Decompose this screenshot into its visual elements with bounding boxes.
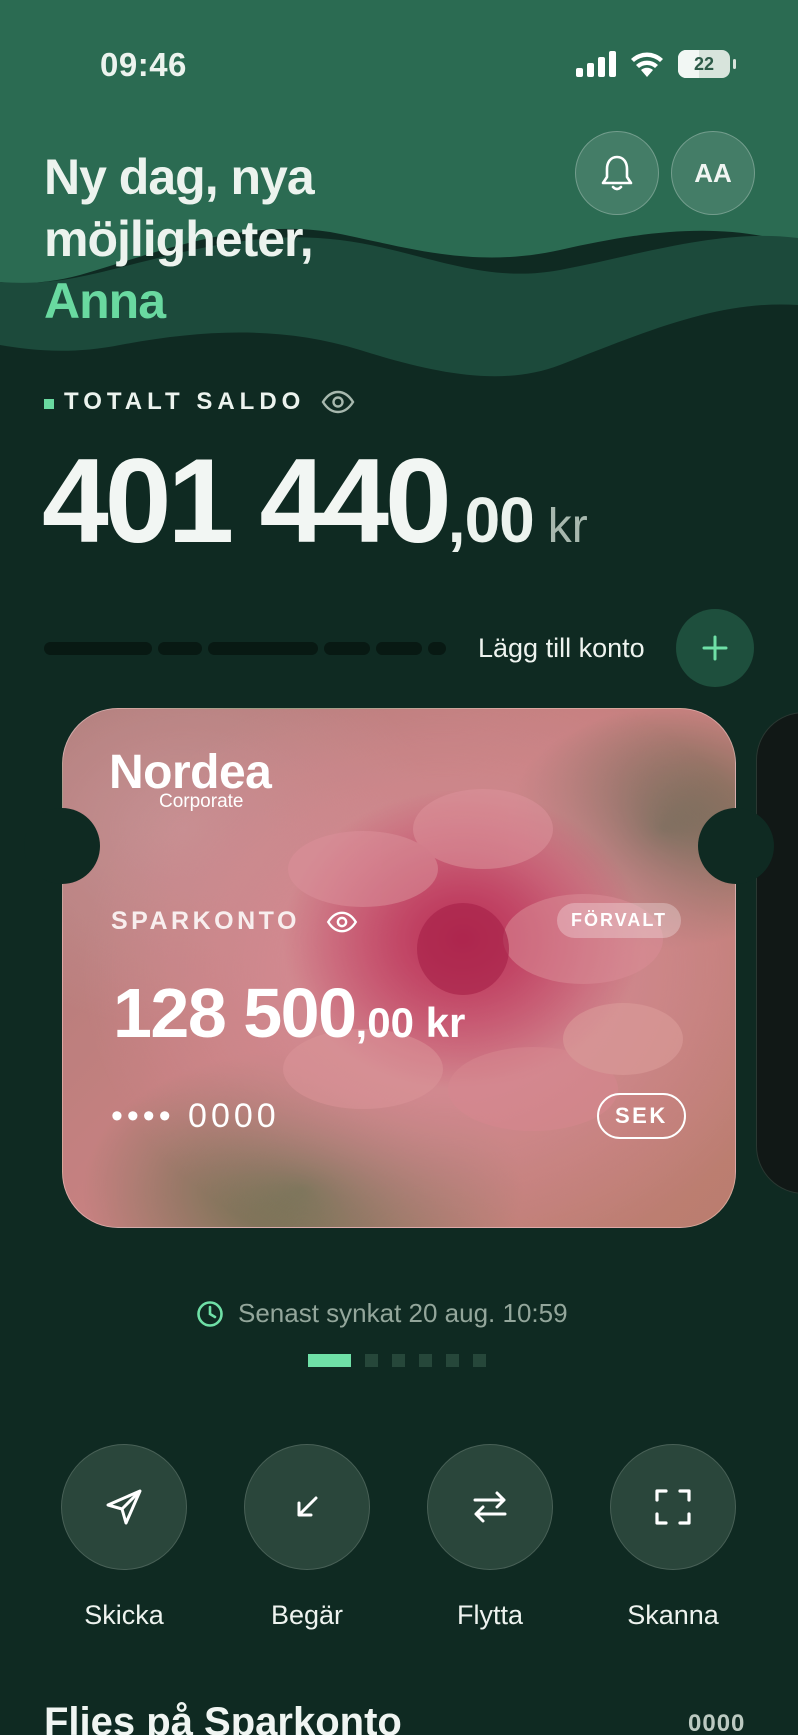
greeting: Ny dag, nya möjligheter, Anna	[44, 146, 315, 332]
notifications-button[interactable]	[575, 131, 659, 215]
scan-icon	[655, 1489, 691, 1525]
status-icons: 22	[576, 50, 736, 78]
pagination-dot-active[interactable]	[308, 1354, 351, 1367]
clock-icon	[197, 1300, 223, 1327]
add-account-button[interactable]	[676, 609, 754, 687]
total-amount-integer: 401 440	[42, 434, 452, 568]
swap-arrows-icon	[473, 1491, 507, 1523]
sync-status: Senast synkat 20 aug. 10:59	[196, 1298, 568, 1329]
scan-action[interactable]: Skanna	[609, 1444, 737, 1631]
card-notch-right	[698, 808, 774, 884]
account-type-label: SPARKONTO	[111, 907, 300, 935]
wifi-icon	[631, 52, 663, 77]
card-amount-integer: 128 500	[113, 974, 357, 1052]
send-button[interactable]	[61, 1444, 187, 1570]
card-notch-left	[24, 808, 100, 884]
currency-pill: SEK	[597, 1093, 686, 1139]
account-segments	[44, 642, 446, 655]
request-label: Begär	[270, 1600, 344, 1630]
card-balance: 128 500,00 kr	[113, 973, 465, 1053]
battery-indicator: 22	[678, 50, 736, 78]
scan-button[interactable]	[610, 1444, 736, 1570]
greeting-line-1: Ny dag, nya	[44, 149, 315, 205]
brand-subtitle: Corporate	[159, 791, 244, 812]
section-account-number: 0000	[688, 1710, 746, 1735]
battery-level: 22	[693, 53, 715, 74]
move-label: Flytta	[456, 1600, 523, 1630]
user-name: Anna	[44, 273, 166, 329]
pagination-dot[interactable]	[473, 1354, 486, 1367]
total-label-text: TOTALT SALDO	[64, 388, 306, 415]
bell-icon	[601, 155, 633, 191]
account-card[interactable]: Nordea Corporate SPARKONTO FÖRVALT 128 5…	[62, 708, 736, 1228]
move-action[interactable]: Flytta	[426, 1444, 554, 1631]
pagination-dot[interactable]	[365, 1354, 378, 1367]
total-balance-label: TOTALT SALDO	[44, 388, 355, 416]
send-action[interactable]: Skicka	[60, 1444, 188, 1631]
pagination-dot[interactable]	[419, 1354, 432, 1367]
eye-icon[interactable]	[321, 390, 355, 414]
total-currency: kr	[547, 500, 588, 553]
status-time: 09:46	[100, 46, 187, 83]
eye-icon[interactable]	[326, 911, 358, 933]
pagination-dot[interactable]	[446, 1354, 459, 1367]
send-label: Skicka	[84, 1600, 164, 1630]
scan-label: Skanna	[627, 1600, 719, 1630]
accent-square-icon	[44, 399, 54, 409]
move-button[interactable]	[427, 1444, 553, 1570]
send-icon	[106, 1489, 142, 1525]
request-button[interactable]	[244, 1444, 370, 1570]
add-account-label[interactable]: Lägg till konto	[478, 633, 645, 664]
total-balance-amount: 401 440,00 kr	[42, 432, 588, 570]
cellular-signal-icon	[576, 51, 616, 77]
total-amount-decimals: ,00	[447, 484, 535, 556]
next-account-card[interactable]	[756, 712, 798, 1194]
card-amount-decimals: ,00 kr	[355, 999, 466, 1046]
sync-text: Senast synkat 20 aug. 10:59	[238, 1298, 568, 1328]
pagination-dot[interactable]	[392, 1354, 405, 1367]
request-action[interactable]: Begär	[243, 1444, 371, 1631]
arrow-down-left-icon	[297, 1496, 318, 1517]
plus-icon	[702, 635, 728, 661]
default-badge: FÖRVALT	[557, 903, 681, 938]
account-type: SPARKONTO	[111, 907, 358, 936]
profile-avatar-button[interactable]: AA	[671, 131, 755, 215]
masked-account-number: •••• 0000	[111, 1097, 280, 1135]
section-title: Flies på Sparkonto	[44, 1700, 402, 1735]
card-pagination	[308, 1354, 486, 1367]
greeting-line-2: möjligheter,	[44, 211, 314, 267]
